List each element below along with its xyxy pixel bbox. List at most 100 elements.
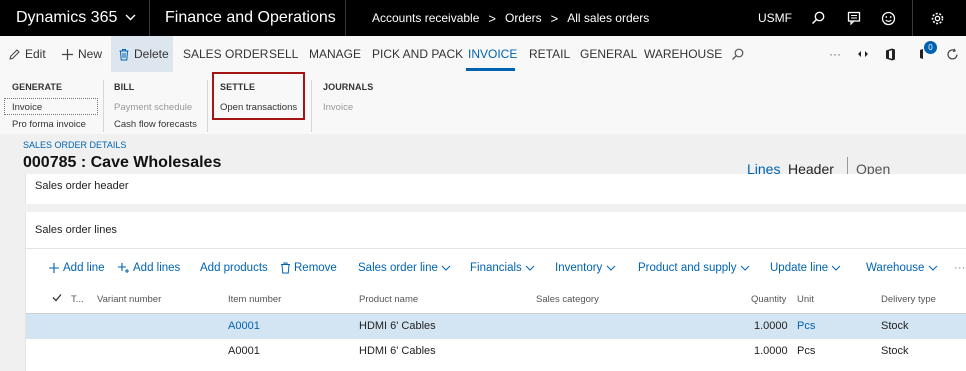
product-and-supply-menu[interactable]: Product and supply [638,262,753,274]
tab-sales-order[interactable]: SALES ORDER [183,36,268,72]
main-content: SALES ORDER DETAILS 000785 : Cave Wholes… [0,134,966,371]
breadcrumb-item[interactable]: Accounts receivable [372,11,479,25]
more-options-icon[interactable]: ··· [954,262,966,274]
tab-invoice[interactable]: INVOICE [468,36,517,72]
remove-button[interactable]: Remove [280,262,337,274]
chevron-down-icon [125,12,136,24]
column-header-product-name[interactable]: Product name [359,294,418,305]
action-pane: Edit New Delete SALES ORDER SELL MANAGE … [0,36,966,72]
tab-manage[interactable]: MANAGE [309,36,361,72]
payment-schedule-button[interactable]: Payment schedule [114,102,192,113]
group-title: BILL [114,82,135,92]
smiley-feedback-icon[interactable] [872,0,904,36]
delete-button[interactable]: Delete [111,36,173,72]
menu-label: Update line [770,262,829,274]
group-bill: BILL Payment schedule Cash flow forecast… [106,72,206,132]
more-options-icon[interactable]: ··· [829,36,841,72]
divider [207,80,208,132]
group-journals: JOURNALS Invoice [314,72,394,132]
group-title: JOURNALS [323,82,374,92]
item-number-cell[interactable]: A0001 [228,320,260,332]
warehouse-menu[interactable]: Warehouse [866,262,941,274]
add-lines-button[interactable]: Add lines [117,262,180,274]
cash-flow-forecasts-button[interactable]: Cash flow forecasts [114,119,197,130]
divider [26,248,966,249]
column-header-unit[interactable]: Unit [797,294,814,305]
settings-gear-icon[interactable] [921,0,953,36]
plus-icon [62,48,73,60]
new-button[interactable]: New [61,36,102,72]
table-row[interactable]: A0001 HDMI 6' Cables 1.0000 Pcs Stock [26,314,966,339]
item-number-cell[interactable]: A0001 [228,345,260,357]
add-products-button[interactable]: Add products [200,262,268,274]
panel-title: Sales order header [35,180,129,192]
office-icon[interactable] [885,36,900,72]
unit-cell[interactable]: Pcs [797,320,815,332]
column-header-delivery-type[interactable]: Delivery type [881,294,936,305]
remove-label: Remove [294,262,337,274]
refresh-icon[interactable] [946,36,963,72]
update-line-menu[interactable]: Update line [770,262,844,274]
app-switcher[interactable]: Dynamics 365 [0,0,150,36]
page-title: 000785 : Cave Wholesales [23,154,222,171]
inventory-menu[interactable]: Inventory [555,262,619,274]
sales-order-line-menu[interactable]: Sales order line [358,262,454,274]
product-name-cell: HDMI 6' Cables [359,320,436,332]
add-line-label: Add line [63,262,105,274]
app-title: Dynamics 365 [16,9,118,26]
menu-label: Product and supply [638,262,737,274]
chevron-down-icon [740,265,750,271]
quantity-cell: 1.0000 [754,345,788,357]
divider [912,0,913,36]
notification-badge: 0 [924,41,937,54]
column-header-quantity[interactable]: Quantity [751,294,786,305]
breadcrumb-item[interactable]: Orders [505,11,542,25]
chevron-down-icon [606,265,615,271]
tab-warehouse[interactable]: WAREHOUSE [644,36,722,72]
pencil-icon [9,48,20,60]
journal-invoice-button[interactable]: Invoice [323,102,353,113]
financials-menu[interactable]: Financials [470,262,538,274]
module-name[interactable]: Finance and Operations [150,0,346,36]
select-all-checkmark-icon[interactable] [52,293,62,305]
active-tab-indicator [466,68,515,71]
search-icon[interactable] [731,36,748,72]
add-multiple-icon [118,263,129,273]
new-label: New [78,47,103,61]
add-line-button[interactable]: Add line [48,262,105,274]
panel-title[interactable]: Sales order lines [35,224,117,236]
connector-icon[interactable] [857,36,873,72]
column-header-item-number[interactable]: Item number [228,294,281,305]
chevron-down-icon [928,265,937,271]
sales-order-header-panel[interactable]: Sales order header [25,174,966,204]
search-icon[interactable] [802,0,834,36]
notifications-icon[interactable]: 0 [918,36,937,72]
chevron-right-icon: > [550,10,559,26]
chevron-down-icon [441,265,451,271]
edit-button[interactable]: Edit [8,36,46,72]
tab-retail[interactable]: RETAIL [529,36,570,72]
tab-pick-and-pack[interactable]: PICK AND PACK [372,36,463,72]
tab-sell[interactable]: SELL [269,36,298,72]
menu-label: Warehouse [866,262,925,274]
column-header-type[interactable]: T... [71,294,84,305]
highlight-box [212,72,305,120]
add-lines-label: Add lines [133,262,181,274]
message-icon[interactable] [838,0,870,36]
column-header-variant-number[interactable]: Variant number [97,294,161,305]
company-selector[interactable]: USMF [758,11,792,25]
chevron-down-icon [525,265,535,271]
table-row[interactable]: A0001 HDMI 6' Cables 1.0000 Pcs Stock [26,339,966,364]
lines-toolbar: Add line Add lines Add products Remove S… [26,258,966,282]
pro-forma-invoice-button[interactable]: Pro forma invoice [12,119,86,130]
invoice-button[interactable]: Invoice [12,102,42,113]
trash-icon [281,262,290,274]
sales-order-lines-panel: Sales order lines Add line Add lines Add… [25,212,966,371]
unit-cell[interactable]: Pcs [797,345,815,357]
tab-general[interactable]: GENERAL [580,36,637,72]
plus-icon [49,263,59,273]
column-header-sales-category[interactable]: Sales category [536,294,599,305]
divider [103,80,104,132]
breadcrumb-item[interactable]: All sales orders [567,11,649,25]
group-generate: GENERATE Invoice Pro forma invoice [0,72,105,132]
